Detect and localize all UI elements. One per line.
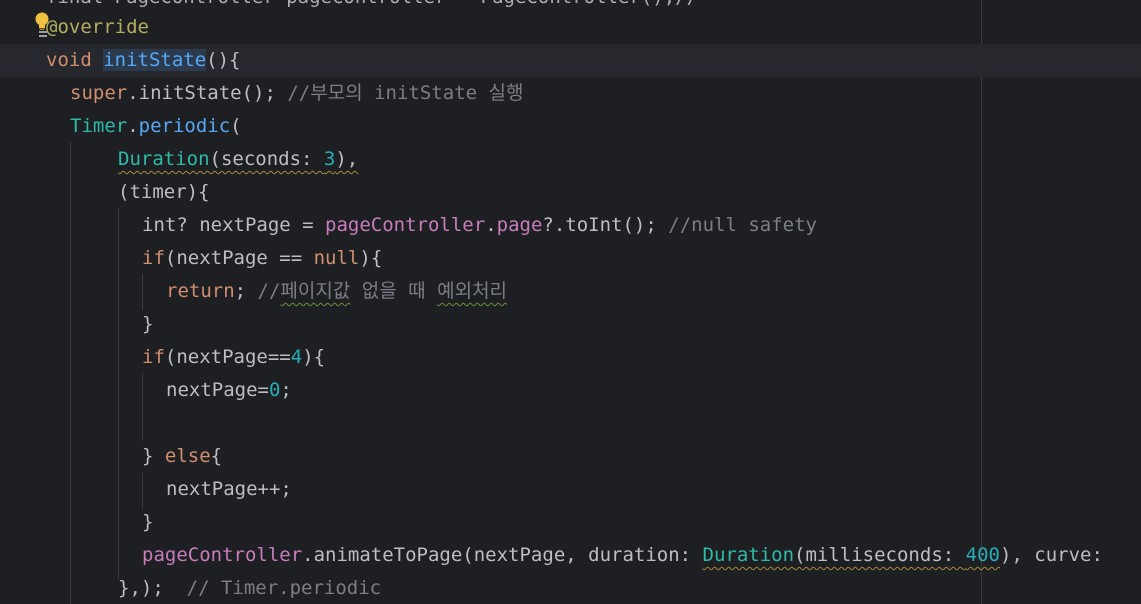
keyword-if: if bbox=[142, 247, 165, 269]
code-text: int? nextPage = pageController.page?.toI… bbox=[142, 209, 817, 242]
code-line-empty[interactable] bbox=[0, 407, 46, 440]
code-decl: int? nextPage = bbox=[142, 214, 326, 236]
lightbulb-glyph bbox=[35, 12, 49, 30]
field-pagecontroller: pageController bbox=[142, 544, 303, 566]
indent-guide bbox=[118, 208, 119, 580]
code-text: Duration(seconds: 3), bbox=[118, 143, 358, 176]
keyword-else: else bbox=[164, 445, 211, 467]
keyword-if: if bbox=[142, 346, 165, 368]
gutter-marker-icon bbox=[39, 31, 47, 33]
code-text: } bbox=[142, 313, 154, 335]
code-line[interactable]: Duration(seconds: 3), bbox=[0, 143, 358, 176]
code-line[interactable]: },); // Timer.periodic bbox=[0, 572, 381, 604]
number-literal: 4 bbox=[290, 346, 303, 368]
code-text: nextPage++; bbox=[166, 478, 292, 500]
comment: //부모의 initState 실행 bbox=[287, 82, 524, 104]
code-text: return; //페이지값 없을 때 예외처리 bbox=[166, 275, 507, 308]
comment: //null safety bbox=[668, 214, 817, 236]
code-text: } else{ bbox=[142, 440, 222, 473]
code-dot: . bbox=[485, 214, 497, 236]
class-timer: Timer bbox=[70, 115, 128, 137]
code-text: nextPage=0; bbox=[166, 374, 292, 407]
code-punct: ), bbox=[335, 148, 359, 170]
code-arg: (seconds: bbox=[209, 148, 324, 170]
code-cond: (nextPage == bbox=[164, 247, 314, 269]
field-pagecontroller: pageController bbox=[325, 214, 486, 236]
annotation-override: @override bbox=[46, 16, 149, 38]
number-literal: 400 bbox=[965, 544, 1000, 566]
indent-guide bbox=[70, 142, 71, 604]
code-call: .animateToPage(nextPage, duration: bbox=[302, 544, 703, 566]
code-call: .initState(); bbox=[127, 82, 288, 104]
code-punct: ; bbox=[280, 379, 292, 401]
code-punct: (){ bbox=[206, 49, 241, 71]
code-line[interactable]: nextPage=0; bbox=[0, 374, 292, 407]
code-text: Timer.periodic( bbox=[70, 110, 242, 143]
class-duration: Duration bbox=[702, 544, 795, 566]
comment-word: 예외처리 bbox=[437, 280, 508, 302]
comment-word: 페이지값 bbox=[280, 280, 351, 302]
indent-guide bbox=[142, 274, 143, 310]
code-text: } bbox=[142, 511, 154, 533]
code-text: void initState(){ bbox=[46, 44, 240, 77]
keyword-null: null bbox=[313, 247, 360, 269]
code-punct: ){ bbox=[302, 346, 326, 368]
code-text: if(nextPage == null){ bbox=[142, 242, 382, 275]
comment-word: 없을 때 bbox=[350, 280, 438, 302]
code-line[interactable]: if(nextPage==4){ bbox=[0, 341, 325, 374]
code-arg: ), curve: bbox=[999, 544, 1103, 566]
code-call: ?.toInt(); bbox=[542, 214, 669, 236]
code-line[interactable]: (timer){ bbox=[0, 176, 210, 209]
code-text: (timer){ bbox=[118, 181, 210, 203]
comment: // Timer.periodic bbox=[175, 577, 382, 599]
field-page: page bbox=[496, 214, 543, 236]
code-arg: (milliseconds: bbox=[794, 544, 966, 566]
code-dot: . bbox=[127, 115, 139, 137]
code-line[interactable]: pageController.animateToPage(nextPage, d… bbox=[0, 539, 1103, 572]
code-line[interactable]: nextPage++; bbox=[0, 473, 292, 506]
code-line[interactable]: Timer.periodic( bbox=[0, 110, 242, 143]
indent-guide bbox=[142, 373, 143, 441]
code-punct: } bbox=[142, 445, 165, 467]
keyword-return: return bbox=[166, 280, 235, 302]
comment-slashes: // bbox=[257, 280, 281, 302]
code-text: super.initState(); //부모의 initState 실행 bbox=[70, 77, 523, 110]
method-name[interactable]: initState bbox=[103, 49, 207, 71]
code-text: if(nextPage==4){ bbox=[142, 341, 325, 374]
code-punct: ( bbox=[230, 115, 242, 137]
keyword-void: void bbox=[46, 49, 104, 71]
class-duration: Duration bbox=[118, 148, 210, 170]
lightbulb-icon[interactable] bbox=[35, 12, 49, 37]
gutter-marker-icon bbox=[39, 35, 47, 37]
comment: //페이지값 없을 때 예외처리 bbox=[258, 280, 508, 302]
code-line[interactable]: int? nextPage = pageController.page?.toI… bbox=[0, 209, 817, 242]
code-line[interactable]: } bbox=[0, 308, 153, 341]
indent-guide bbox=[142, 473, 143, 509]
code-line[interactable]: } else{ bbox=[0, 440, 222, 473]
code-cond: (nextPage== bbox=[164, 346, 291, 368]
code-text: pageController.animateToPage(nextPage, d… bbox=[142, 539, 1103, 572]
code-text: },); // Timer.periodic bbox=[118, 572, 381, 604]
code-line-current[interactable]: void initState(){ bbox=[0, 44, 1141, 77]
code-punct: ){ bbox=[359, 247, 383, 269]
code-line[interactable]: return; //페이지값 없을 때 예외처리 bbox=[0, 275, 507, 308]
code-line[interactable]: } bbox=[0, 506, 153, 539]
code-punct: ; bbox=[234, 280, 258, 302]
code-assign: nextPage= bbox=[166, 379, 269, 401]
code-line[interactable]: if(nextPage == null){ bbox=[0, 242, 382, 275]
method-periodic: periodic bbox=[138, 115, 231, 137]
number-literal: 0 bbox=[268, 379, 281, 401]
code-punct: },); bbox=[118, 577, 176, 599]
code-line[interactable]: super.initState(); //부모의 initState 실행 bbox=[0, 77, 523, 110]
code-editor[interactable]: final PageController pageController = Pa… bbox=[0, 0, 1141, 604]
keyword-super: super bbox=[70, 82, 128, 104]
code-punct: { bbox=[210, 445, 223, 467]
right-margin-guide bbox=[981, 0, 982, 604]
number-literal: 3 bbox=[323, 148, 336, 170]
